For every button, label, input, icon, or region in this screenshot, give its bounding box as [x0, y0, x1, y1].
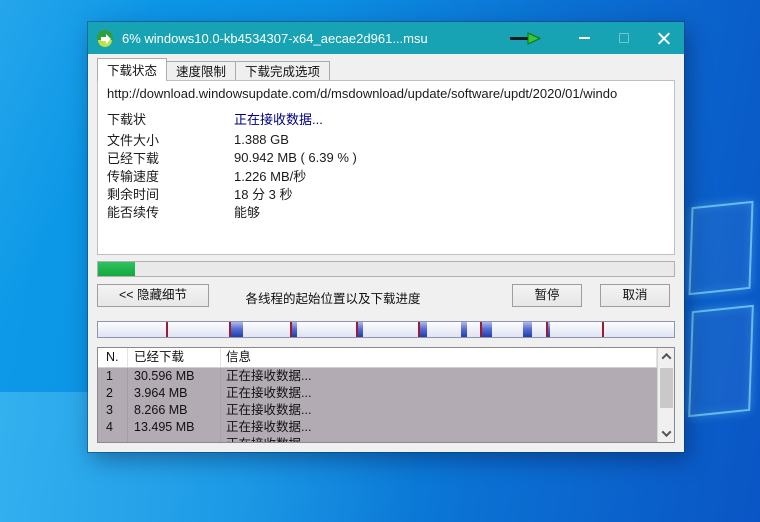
thread-segment [523, 322, 533, 337]
field-value: 能够 [234, 202, 667, 221]
status-fields: 下载状 正在接收数据... 文件大小 1.388 GB 已经下载 90.942 … [107, 109, 667, 220]
cell-n: 3 [98, 402, 128, 419]
thread-start-marker [418, 322, 420, 337]
cell-size [128, 436, 221, 443]
scrollbar-up-button[interactable] [658, 348, 675, 365]
field-resume-capability: 能否续传 能够 [107, 202, 667, 220]
threads-table: N. 已经下载 信息 1 30.596 MB 正在接收数据... 2 3.964… [97, 347, 675, 443]
thread-segment [461, 322, 467, 337]
field-file-size: 文件大小 1.388 GB [107, 130, 667, 148]
tab-on-complete-options[interactable]: 下载完成选项 [236, 61, 330, 81]
minimize-button[interactable] [564, 22, 604, 54]
cell-info: 正在接收数据... [221, 402, 657, 419]
progress-fill [98, 262, 135, 276]
idm-drag-arrow-icon [508, 31, 542, 45]
windows-logo-pane-bottom [688, 305, 754, 418]
tab-speed-limit[interactable]: 速度限制 [167, 61, 236, 81]
field-label: 剩余时间 [107, 184, 234, 203]
threads-caption: 各线程的起始位置以及下载进度 [238, 288, 428, 307]
field-time-left: 剩余时间 18 分 3 秒 [107, 184, 667, 202]
close-button[interactable] [644, 22, 684, 54]
field-value: 1.388 GB [234, 132, 667, 147]
cell-size: 3.964 MB [128, 385, 221, 402]
cell-info: 正在接收数据... [221, 419, 657, 436]
window-title: 6% windows10.0-kb4534307-x64_aecae2d961.… [122, 31, 508, 46]
download-status-panel: http://download.windowsupdate.com/d/msdo… [97, 80, 675, 255]
thread-start-marker [356, 322, 358, 337]
field-transfer-rate: 传输速度 1.226 MB/秒 [107, 166, 667, 184]
table-row[interactable]: 正在接收数据... [98, 436, 657, 443]
thread-bar [97, 321, 675, 338]
pause-button[interactable]: 暂停 [512, 284, 582, 307]
cancel-button[interactable]: 取消 [600, 284, 670, 307]
cell-size: 8.266 MB [128, 402, 221, 419]
table-scrollbar[interactable] [657, 348, 674, 442]
cell-n [98, 436, 128, 443]
thread-segment [481, 322, 492, 337]
thread-start-marker [546, 322, 548, 337]
desktop-wallpaper: 6% windows10.0-kb4534307-x64_aecae2d961.… [0, 0, 760, 522]
table-header-row: N. 已经下载 信息 [98, 348, 657, 368]
field-value: 90.942 MB ( 6.39 % ) [234, 150, 667, 165]
download-url: http://download.windowsupdate.com/d/msdo… [107, 86, 673, 101]
header-n: N. [98, 348, 128, 367]
field-label: 能否续传 [107, 202, 234, 221]
maximize-button[interactable] [604, 22, 644, 54]
field-value: 1.226 MB/秒 [234, 166, 667, 185]
thread-start-marker [480, 322, 482, 337]
idm-download-window: 6% windows10.0-kb4534307-x64_aecae2d961.… [88, 22, 684, 452]
cell-n: 1 [98, 368, 128, 385]
cell-n: 2 [98, 385, 128, 402]
close-icon [658, 32, 670, 44]
threads-table-body: N. 已经下载 信息 1 30.596 MB 正在接收数据... 2 3.964… [98, 348, 657, 443]
scrollbar-down-button[interactable] [658, 425, 675, 442]
chevron-up-icon [662, 353, 672, 363]
minimize-icon [579, 37, 590, 39]
table-row[interactable]: 2 3.964 MB 正在接收数据... [98, 385, 657, 402]
cell-info: 正在接收数据... [221, 385, 657, 402]
field-label: 已经下载 [107, 148, 234, 167]
field-label: 传输速度 [107, 166, 234, 185]
field-label: 文件大小 [107, 130, 234, 149]
field-downloaded: 已经下载 90.942 MB ( 6.39 % ) [107, 148, 667, 166]
thread-start-marker [290, 322, 292, 337]
windows-logo-pane-top [688, 201, 753, 296]
download-progress-bar [97, 261, 675, 277]
field-value: 正在接收数据... [234, 109, 667, 128]
table-row[interactable]: 1 30.596 MB 正在接收数据... [98, 368, 657, 385]
chevron-down-icon [662, 427, 672, 437]
header-downloaded: 已经下载 [128, 348, 221, 367]
thread-start-marker [229, 322, 231, 337]
thread-segment [229, 322, 242, 337]
titlebar[interactable]: 6% windows10.0-kb4534307-x64_aecae2d961.… [88, 22, 684, 54]
header-info: 信息 [221, 348, 657, 367]
table-row[interactable]: 4 13.495 MB 正在接收数据... [98, 419, 657, 436]
cell-size: 30.596 MB [128, 368, 221, 385]
field-download-status: 下载状 正在接收数据... [107, 109, 667, 127]
scrollbar-thumb[interactable] [660, 368, 673, 408]
field-value: 18 分 3 秒 [234, 184, 667, 203]
cell-info: 正在接收数据... [221, 436, 657, 443]
thread-start-marker [166, 322, 168, 337]
hide-details-button[interactable]: << 隐藏细节 [97, 284, 209, 307]
table-row[interactable]: 3 8.266 MB 正在接收数据... [98, 402, 657, 419]
cell-n: 4 [98, 419, 128, 436]
idm-logo-icon [96, 29, 114, 47]
cell-size: 13.495 MB [128, 419, 221, 436]
field-label: 下载状 [107, 109, 234, 128]
maximize-icon [619, 33, 629, 43]
tab-bar: 下载状态 速度限制 下载完成选项 [97, 58, 330, 81]
thread-start-marker [602, 322, 604, 337]
cell-info: 正在接收数据... [221, 368, 657, 385]
tab-download-status[interactable]: 下载状态 [97, 58, 167, 81]
